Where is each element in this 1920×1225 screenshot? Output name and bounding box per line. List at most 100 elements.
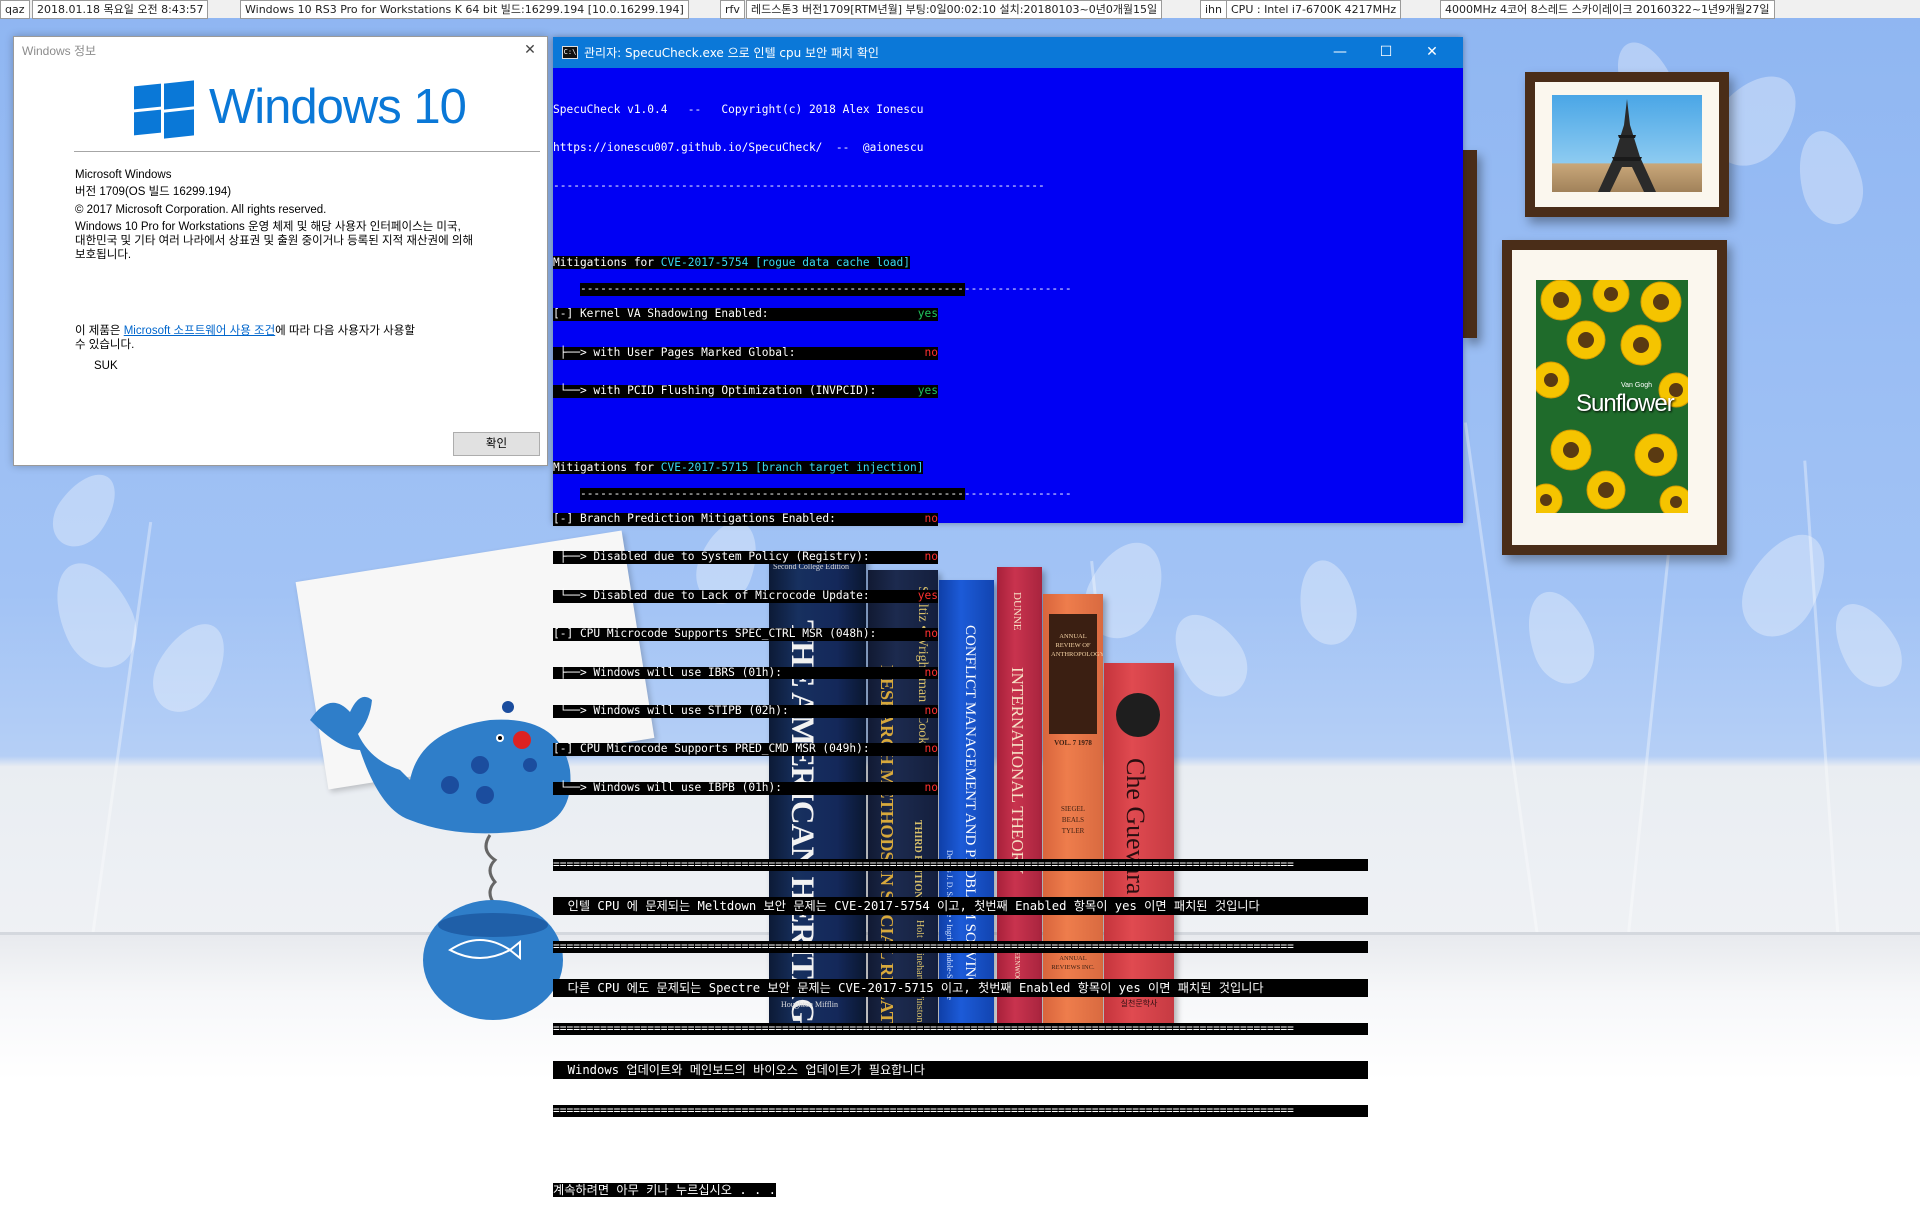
info-cpu-details: 4000MHz 4코어 8스레드 스카이레이크 20160322~1년9개월27…: [1440, 0, 1775, 19]
wallpaper-petal: [41, 462, 129, 558]
press-any-key-prompt: 계속하려면 아무 키나 누르십시오 . . .: [553, 1181, 1458, 1199]
system-policy-row: ├──> Disabled due to System Policy (Regi…: [553, 550, 938, 565]
eiffel-frame: [1525, 72, 1729, 217]
spectre-message: 다른 CPU 에도 문제되는 Spectre 보안 문제는 CVE-2017-5…: [553, 978, 1368, 997]
sunflower-title: Sunflower: [1576, 390, 1675, 417]
product-description-line2: 대한민국 및 기타 여러 나라에서 상표권 및 출원 중이거나 등록된 지적 재…: [75, 235, 474, 247]
info-tag3: ihn: [1200, 0, 1227, 19]
wallpaper-petal: [140, 611, 240, 724]
stipb-value: no: [924, 704, 938, 718]
info-datetime: 2018.01.18 목요일 오전 8:43:57: [32, 0, 209, 19]
ibrs-label: ├──> Windows will use IBRS (01h):: [553, 665, 783, 679]
dialog-title: Windows 정보: [22, 44, 97, 58]
user-pages-global-value: no: [924, 345, 938, 359]
dialog-close-button[interactable]: ✕: [519, 39, 541, 59]
section2-heading: Mitigations for CVE-2017-5715 [branch ta…: [553, 460, 1458, 475]
product-copyright: © 2017 Microsoft Corporation. All rights…: [75, 204, 327, 216]
spec-ctrl-label: [-] CPU Microcode Supports SPEC_CTRL MSR…: [553, 627, 877, 641]
system-policy-label: ├──> Disabled due to System Policy (Regi…: [553, 550, 870, 564]
product-version: 버전 1709(OS 빌드 16299.194): [75, 186, 232, 198]
license-suffix: 에 따라 다음 사용자가 사용할: [275, 325, 415, 337]
info-user: qaz: [0, 0, 30, 19]
ibrs-value: no: [924, 665, 938, 679]
microcode-update-row: └──> Disabled due to Lack of Microcode U…: [553, 588, 938, 603]
kva-shadowing-value: yes: [917, 307, 938, 321]
minimize-button[interactable]: —: [1317, 37, 1363, 68]
pred-cmd-value: no: [924, 742, 938, 756]
info-os: Windows 10 RS3 Pro for Workstations K 64…: [240, 0, 689, 19]
ibpb-row: └──> Windows will use IBPB (01h): no: [553, 780, 938, 795]
spec-ctrl-row: [-] CPU Microcode Supports SPEC_CTRL MSR…: [553, 627, 938, 642]
sunflower-subtitle: Van Gogh: [1621, 382, 1653, 389]
console-rule: ----------------------------------------…: [553, 179, 1045, 193]
section1-rule: ----------------------------------------…: [579, 281, 1072, 296]
section1-heading: Mitigations for CVE-2017-5754 [rogue dat…: [553, 256, 1458, 270]
licensed-user: SUK: [94, 360, 118, 372]
console-window: C:\ 관리자: SpecuCheck.exe 으로 인텔 cpu 보안 패치 …: [553, 37, 1463, 1198]
system-info-bar: qaz 2018.01.18 목요일 오전 8:43:57 Windows 10…: [0, 0, 1920, 19]
windows-logo-icon: [134, 79, 194, 139]
kva-shadowing-row: [-] Kernel VA Shadowing Enabled: yes: [553, 307, 938, 322]
branch-prediction-row: [-] Branch Prediction Mitigations Enable…: [553, 512, 938, 526]
console-header-2: https://ionescu007.github.io/SpecuCheck/…: [553, 140, 924, 154]
stipb-label: └──> Windows will use STIPB (02h):: [553, 704, 789, 718]
eq-rule-3: ========================================…: [553, 1022, 1368, 1036]
license-prefix: 이 제품은: [75, 325, 124, 337]
eq-rule-1: ========================================…: [553, 858, 1368, 872]
console-titlebar[interactable]: C:\ 관리자: SpecuCheck.exe 으로 인텔 cpu 보안 패치 …: [553, 37, 1463, 68]
microcode-update-value: yes: [917, 588, 938, 602]
eq-rule-2: ========================================…: [553, 940, 1368, 954]
stipb-row: └──> Windows will use STIPB (02h): no: [553, 704, 938, 718]
kva-shadowing-label: [-] Kernel VA Shadowing Enabled:: [553, 307, 769, 321]
ibpb-label: └──> Windows will use IBPB (01h):: [553, 780, 783, 794]
side-frame-edge: [1463, 150, 1477, 338]
pcid-flushing-row: └──> with PCID Flushing Optimization (IN…: [553, 384, 938, 398]
section2-cve: CVE-2017-5715 [branch target injection]: [660, 460, 924, 474]
ibpb-value: no: [924, 780, 938, 794]
wallpaper-stem: [1803, 460, 1840, 940]
prompt-text: 계속하려면 아무 키나 누르십시오 . . .: [553, 1183, 777, 1198]
console-header-1: SpecuCheck v1.0.4 -- Copyright(c) 2018 A…: [553, 102, 924, 116]
meltdown-message: 인텔 CPU 에 문제되는 Meltdown 보안 문제는 CVE-2017-5…: [553, 897, 1368, 915]
maximize-button[interactable]: ☐: [1363, 37, 1409, 68]
info-install: 레드스톤3 버전1709[RTM년월] 부팅:0일00:02:10 설치:201…: [746, 0, 1163, 19]
product-name: Microsoft Windows: [75, 169, 172, 181]
info-tag2: rfv: [720, 0, 745, 19]
about-windows-dialog: Windows 정보 ✕ Windows 10 Microsoft Window…: [13, 36, 548, 466]
section2-prefix: Mitigations for: [553, 460, 661, 474]
ok-button[interactable]: 확인: [453, 432, 540, 456]
license-terms-link[interactable]: Microsoft 소프트웨어 사용 조건: [124, 325, 275, 337]
branch-prediction-value: no: [924, 512, 938, 526]
microcode-update-label: └──> Disabled due to Lack of Microcode U…: [553, 588, 870, 602]
dialog-divider: [74, 151, 540, 152]
sunflower-picture: Van Gogh Sunflower: [1536, 280, 1688, 513]
license-line2: 수 있습니다.: [75, 339, 135, 351]
info-cpu: CPU : Intel i7-6700K 4217MHz: [1226, 0, 1402, 19]
product-description-line3: 보호됩니다.: [75, 249, 132, 261]
pcid-flushing-value: yes: [917, 384, 938, 398]
license-line1: 이 제품은 Microsoft 소프트웨어 사용 조건에 따라 다음 사용자가 …: [75, 324, 415, 339]
close-button[interactable]: ✕: [1409, 37, 1455, 68]
eiffel-picture: [1552, 95, 1702, 192]
branch-prediction-label: [-] Branch Prediction Mitigations Enable…: [553, 512, 836, 526]
user-pages-global-label: ├──> with User Pages Marked Global:: [553, 345, 796, 359]
pred-cmd-label: [-] CPU Microcode Supports PRED_CMD MSR …: [553, 742, 870, 756]
ibrs-row: ├──> Windows will use IBRS (01h): no: [553, 665, 938, 680]
system-policy-value: no: [924, 550, 938, 564]
wallpaper-petal: [1515, 582, 1605, 693]
wallpaper-petal: [1788, 123, 1872, 232]
wallpaper-petal: [1727, 519, 1843, 651]
console-app-icon: C:\: [562, 46, 578, 59]
windows-logo-text: Windows 10: [209, 80, 467, 134]
update-message: Windows 업데이트와 메인보드의 바이오스 업데이트가 필요합니다: [553, 1060, 1368, 1079]
user-pages-global-row: ├──> with User Pages Marked Global: no: [553, 345, 938, 360]
section1-prefix: Mitigations for: [553, 256, 661, 270]
pcid-flushing-label: └──> with PCID Flushing Optimization (IN…: [553, 384, 877, 398]
wallpaper-petal: [40, 550, 150, 680]
console-title: 관리자: SpecuCheck.exe 으로 인텔 cpu 보안 패치 확인: [584, 46, 879, 60]
console-output: SpecuCheck v1.0.4 -- Copyright(c) 2018 A…: [553, 77, 1458, 1225]
product-description-line1: Windows 10 Pro for Workstations 운영 체제 및 …: [75, 221, 461, 233]
eq-rule-4: ========================================…: [553, 1104, 1368, 1118]
sunflower-frame: Van Gogh Sunflower: [1502, 240, 1727, 555]
wallpaper-petal: [1821, 592, 1914, 698]
